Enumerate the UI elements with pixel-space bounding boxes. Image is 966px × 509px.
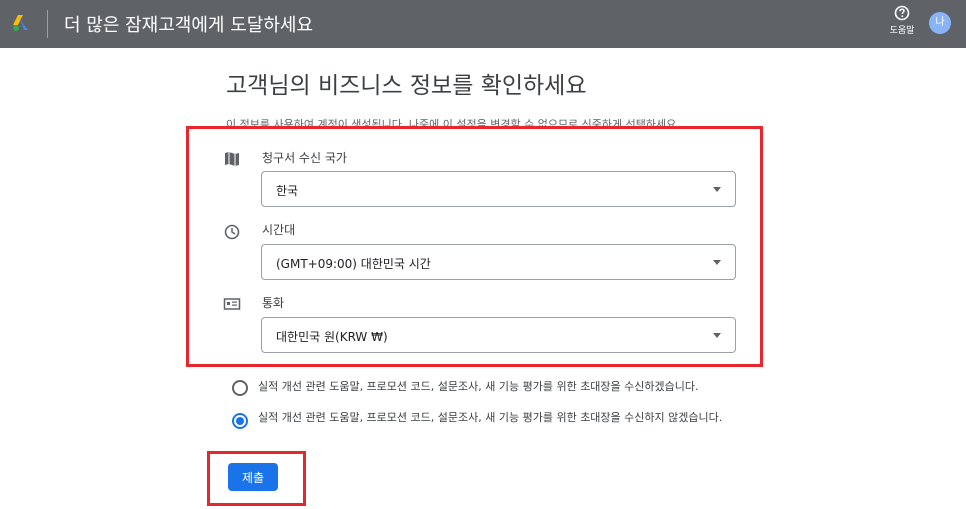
header-divider bbox=[47, 10, 48, 38]
help-label: 도움말 bbox=[889, 26, 915, 36]
opt-out-radio[interactable] bbox=[232, 413, 248, 429]
top-bar: 더 많은 잠재고객에게 도달하세요 도움말 나 bbox=[0, 0, 966, 48]
help-button[interactable]: 도움말 bbox=[885, 5, 919, 36]
avatar[interactable]: 나 bbox=[929, 12, 951, 34]
opt-in-radio[interactable] bbox=[232, 380, 248, 396]
page-title: 고객님의 비즈니스 정보를 확인하세요 bbox=[226, 73, 587, 99]
page-header-title: 더 많은 잠재고객에게 도달하세요 bbox=[64, 15, 314, 36]
highlight-box-fields bbox=[186, 126, 763, 367]
intro-text: 이 정보를 사용하여 계정이 생성됩니다. 나중에 이 설정을 변경할 수 없으… bbox=[226, 118, 680, 126]
help-icon bbox=[894, 5, 910, 21]
highlight-box-submit bbox=[207, 451, 306, 506]
opt-in-label: 실적 개선 관련 도움말, 프로모션 코드, 설문조사, 새 기능 평가를 위한… bbox=[258, 380, 699, 393]
google-ads-logo-icon[interactable] bbox=[11, 14, 31, 32]
opt-out-label: 실적 개선 관련 도움말, 프로모션 코드, 설문조사, 새 기능 평가를 위한… bbox=[258, 411, 723, 424]
